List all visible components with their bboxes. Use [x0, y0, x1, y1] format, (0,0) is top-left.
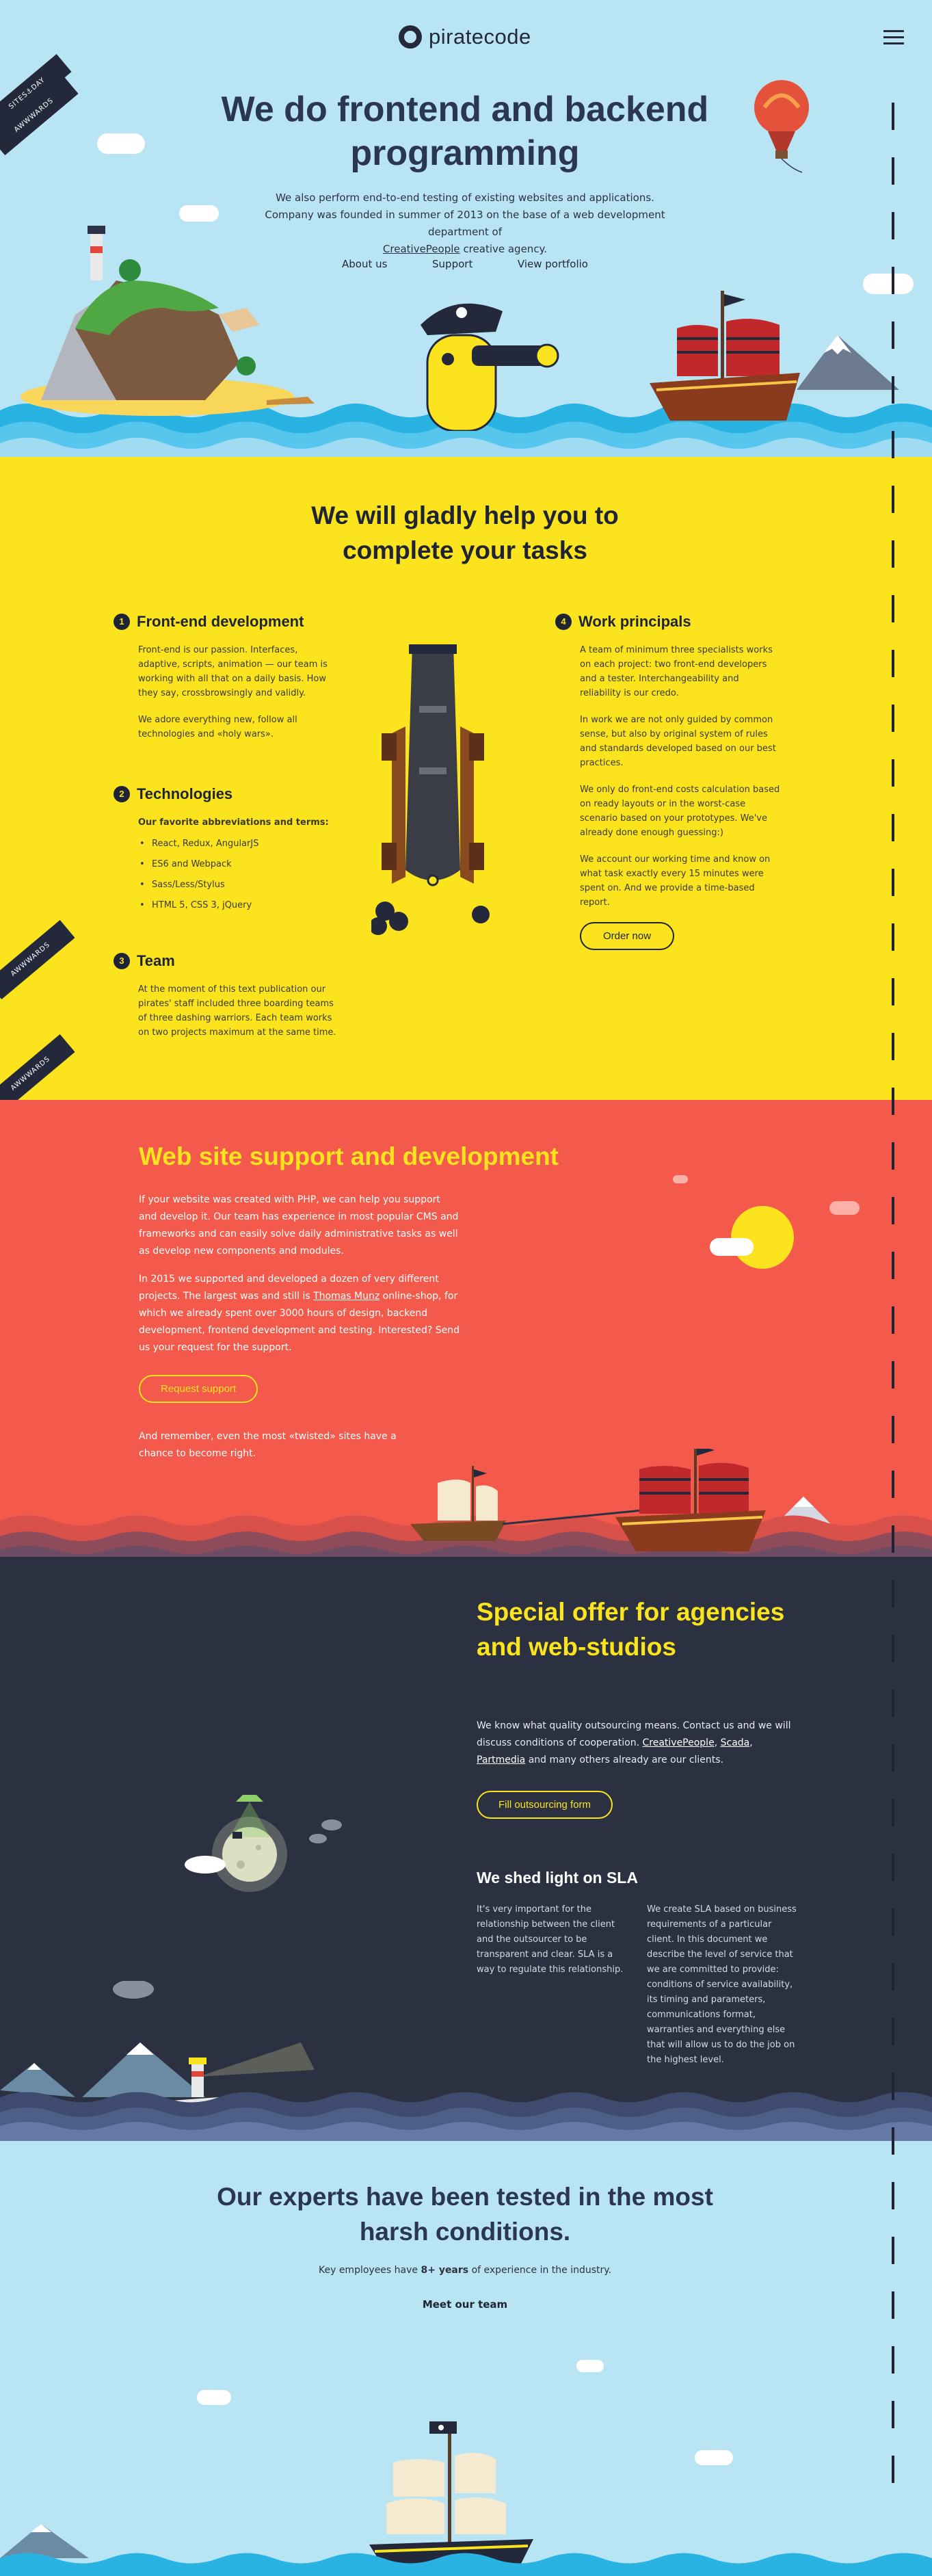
client-link-scada[interactable]: Scada	[721, 1737, 750, 1748]
frontend-title: Front-end development	[137, 613, 304, 630]
hero-subtitle-line2: Company was founded in summer of 2013 on…	[265, 209, 665, 238]
hero-subtitle-line1: We also perform end-to-end testing of ex…	[276, 192, 654, 204]
work-principles-title: Work principals	[578, 613, 691, 630]
technologies-title: Technologies	[137, 785, 233, 802]
experts-text-a: Key employees have	[318, 2265, 418, 2276]
hero-subtitle: We also perform end-to-end testing of ex…	[253, 189, 677, 258]
services-title: We will gladly help you to complete your…	[311, 501, 619, 564]
cannon-illustration	[371, 644, 490, 935]
work-principles-block: 4 Work principals A team of minimum three…	[555, 613, 781, 950]
principles-text-1: A team of minimum three specialists work…	[580, 645, 773, 698]
cloud	[863, 274, 914, 294]
list-item: React, Redux, AngularJS	[138, 837, 339, 851]
nav-support[interactable]: Support	[432, 258, 472, 270]
support-section: Web site support and development If your…	[0, 1100, 932, 1557]
support-text-1: If your website was created with PHP, we…	[139, 1194, 459, 1257]
number-badge: 3	[114, 953, 130, 969]
cloud	[710, 1238, 754, 1256]
support-title: Web site support and development	[139, 1142, 559, 1170]
technologies-lead: Our favorite abbreviations and terms:	[138, 817, 329, 828]
list-item: ES6 and Webpack	[138, 857, 339, 871]
services-section: We will gladly help you to complete your…	[0, 457, 932, 1114]
cloud	[673, 1175, 688, 1183]
offer-section: Special offer for agencies and web-studi…	[0, 1557, 932, 2141]
nav-about-us[interactable]: About us	[342, 258, 387, 270]
hero-nav: About us Support View portfolio	[342, 258, 588, 270]
experts-text: Key employees have 8+ years of experienc…	[260, 2265, 670, 2276]
team-text: At the moment of this text publication o…	[138, 984, 336, 1038]
number-badge: 2	[114, 786, 130, 802]
cloud	[576, 2360, 604, 2372]
logo[interactable]: piratecode	[399, 25, 531, 49]
red-sea-scene	[0, 1449, 932, 1557]
pirate-cat-illustration	[421, 303, 559, 431]
pirate-ship-illustration	[650, 291, 800, 421]
dark-sea-scene	[0, 1981, 932, 2141]
hero-title: We do frontend and backend programming	[221, 90, 709, 173]
offer-text-b: and many others already are our clients.	[528, 1754, 724, 1765]
principles-text-2: In work we are not only guided by common…	[580, 715, 776, 768]
hero-section: SITES⚓DAY AWWWARDS piratecode We do fron…	[0, 0, 932, 457]
moon-illustration	[185, 1795, 342, 1892]
fill-outsourcing-form-button[interactable]: Fill outsourcing form	[477, 1791, 613, 1819]
decorative-rope	[892, 103, 894, 2497]
experts-section: Our experts have been tested in the most…	[0, 2141, 932, 2576]
logo-text: piratecode	[429, 25, 531, 49]
cloud	[179, 205, 219, 222]
client-link-creativepeople[interactable]: CreativePeople	[642, 1737, 714, 1748]
nav-view-portfolio[interactable]: View portfolio	[518, 258, 588, 270]
hamburger-menu-icon[interactable]	[883, 30, 904, 45]
principles-text-4: We account our working time and know on …	[580, 854, 771, 908]
support-text-2: In 2015 we supported and developed a doz…	[139, 1271, 460, 1356]
number-badge: 4	[555, 614, 572, 630]
sun-illustration	[731, 1206, 794, 1269]
sla-title: We shed light on SLA	[477, 1869, 638, 1887]
offer-title: Special offer for agencies and web-studi…	[477, 1598, 785, 1661]
principles-text-3: We only do front-end costs calculation b…	[580, 785, 780, 838]
frontend-text-2: We adore everything new, follow all tech…	[138, 715, 297, 739]
client-link-partmedia[interactable]: Partmedia	[477, 1754, 525, 1765]
experts-title: Our experts have been tested in the most…	[217, 2183, 713, 2246]
sla-text-left: It's very important for the relationship…	[477, 1904, 624, 1975]
list-item: Sass/Less/Stylus	[138, 878, 339, 892]
technologies-list: React, Redux, AngularJS ES6 and Webpack …	[138, 837, 339, 912]
frontend-block: 1 Front-end development Front-end is our …	[114, 613, 339, 754]
order-now-button[interactable]: Order now	[580, 922, 675, 950]
technologies-block: 2 Technologies Our favorite abbreviations…	[114, 785, 339, 919]
frontend-text-1: Front-end is our passion. Interfaces, ad…	[138, 645, 328, 698]
cloud	[829, 1201, 860, 1215]
request-support-button[interactable]: Request support	[139, 1375, 258, 1403]
thomas-munz-link[interactable]: Thomas Munz	[313, 1291, 380, 1302]
offer-text: We know what quality outsourcing means. …	[477, 1720, 791, 1765]
team-block: 3 Team At the moment of this text publica…	[114, 952, 339, 1052]
experts-text-b: of experience in the industry.	[471, 2265, 612, 2276]
creativepeople-link[interactable]: CreativePeople	[383, 243, 460, 255]
experts-years: 8+ years	[421, 2265, 469, 2276]
awwwards-ribbon[interactable]: AWWWARDS	[0, 919, 75, 1000]
logo-icon	[399, 25, 422, 49]
cloud	[97, 133, 145, 154]
meet-our-team-link[interactable]: Meet our team	[397, 2298, 533, 2311]
hero-subtitle-tail: creative agency.	[463, 243, 548, 255]
list-item: HTML 5, CSS 3, jQuery	[138, 898, 339, 912]
footer-sea-scene	[0, 2421, 932, 2576]
mountain-illustration	[797, 335, 899, 390]
number-badge: 1	[114, 614, 130, 630]
cloud	[197, 2390, 231, 2405]
team-title: Team	[137, 952, 175, 969]
